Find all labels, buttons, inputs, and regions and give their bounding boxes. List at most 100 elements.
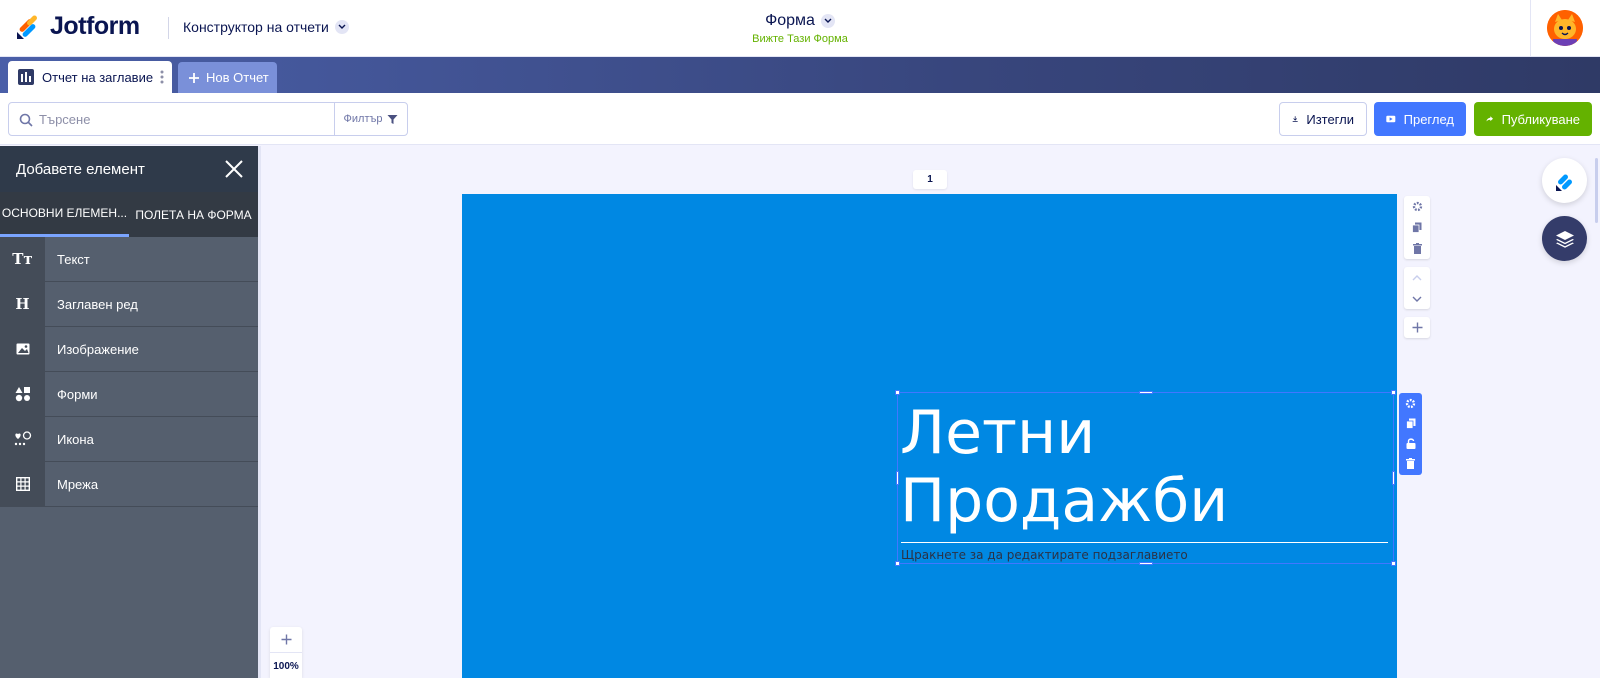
jotform-brand-icon [1555,174,1572,191]
layers-icon [1555,230,1574,248]
plus-icon [189,72,199,83]
text-icon: Tт [0,237,45,281]
play-icon [1386,115,1396,123]
divider [1530,0,1531,57]
duplicate-icon[interactable] [1404,217,1430,238]
panel-scrollbar[interactable] [258,146,261,678]
element-settings-icon[interactable] [1399,393,1422,413]
tab-label: Отчет на заглавие [42,69,154,85]
search-icon [19,113,33,127]
close-icon[interactable] [224,159,244,179]
resize-handle-tr[interactable] [1391,390,1396,395]
chevron-down-icon [334,20,349,34]
add-element-panel: Добавете елемент ОСНОВНИ ЕЛЕМЕН... ПОЛЕТ… [0,146,258,678]
title-element[interactable]: Летни Продажби Щракнете за да редактират… [895,390,1396,566]
builder-switcher[interactable]: Конструктор на отчети [183,19,349,35]
brand-assistant-button[interactable] [1542,158,1587,203]
report-icon [18,69,34,85]
publish-button[interactable]: Публикуване [1474,102,1592,136]
resize-handle-br[interactable] [1391,561,1396,566]
unlock-icon[interactable] [1399,433,1422,453]
more-options-icon[interactable] [160,69,164,85]
element-icon[interactable]: Икона [0,417,258,462]
image-icon [0,327,45,371]
zoom-level: 100% [273,661,299,672]
toolbar: Филтър Изтегли Преглед Публикуване [0,93,1600,145]
view-form-link[interactable]: Вижте Тази Форма [700,33,900,45]
divider [168,17,169,39]
top-bar: Jotform Конструктор на отчети Форма Вижт… [0,0,1600,57]
cat-avatar-icon [1547,10,1583,46]
tab-report-title[interactable]: Отчет на заглавие [8,61,172,93]
title-line-1: Летни [900,398,1096,468]
element-grid[interactable]: Мрежа [0,462,258,507]
export-label: Изтегли [1306,111,1354,127]
element-text[interactable]: Tт Текст [0,237,258,282]
element-label: Изображение [57,341,139,357]
report-tabs: Отчет на заглавие Нов Отчет [0,57,1600,93]
heading-icon: H [0,282,45,326]
element-image[interactable]: Изображение [0,327,258,372]
preview-button[interactable]: Преглед [1374,102,1466,136]
icon-element-icon [0,417,45,461]
element-label: Форми [57,386,98,402]
tab-basic-elements[interactable]: ОСНОВНИ ЕЛЕМЕН... [0,192,129,237]
form-title: Форма [765,12,815,29]
download-icon [1292,116,1298,122]
element-label: Мрежа [57,476,99,492]
brand-name: Jotform [50,12,140,40]
report-subtitle[interactable]: Щракнете за да редактирате подзаглавието [901,548,1188,562]
filter-icon [387,114,398,124]
report-title[interactable]: Летни Продажби [900,399,1228,535]
page-number: 1 [913,170,947,189]
new-report-button[interactable]: Нов Отчет [178,62,277,93]
element-label: Икона [57,431,94,447]
shapes-icon [0,372,45,416]
builder-label: Конструктор на отчети [183,19,329,35]
filter-label: Филтър [343,113,383,125]
jotform-logo[interactable]: Jotform [16,12,140,41]
jotform-logo-icon [17,15,37,39]
resize-handle-left[interactable] [896,471,899,485]
element-duplicate-icon[interactable] [1399,413,1422,433]
layers-button[interactable] [1542,216,1587,261]
resize-handle-right[interactable] [1392,471,1395,485]
canvas-scrollbar[interactable] [1595,158,1598,223]
export-button[interactable]: Изтегли [1279,102,1367,136]
resize-handle-top[interactable] [1139,391,1153,394]
element-toolbar [1399,393,1422,475]
panel-title: Добавете елемент [16,160,145,178]
filter-button[interactable]: Филтър [334,103,407,135]
search-input[interactable] [9,103,334,135]
tab-form-fields[interactable]: ПОЛЕТА НА ФОРМА [129,192,258,237]
slide-toolbar [1404,196,1430,346]
trash-icon[interactable] [1404,238,1430,259]
zoom-in-icon[interactable] [270,627,302,653]
grid-icon [0,462,45,506]
title-line-2: Продажби [900,466,1229,536]
user-avatar[interactable] [1547,10,1583,46]
add-slide-icon[interactable] [1404,317,1430,338]
element-heading[interactable]: H Заглавен ред [0,282,258,327]
new-report-label: Нов Отчет [206,70,269,85]
element-trash-icon[interactable] [1399,453,1422,473]
zoom-control: 100% [270,627,302,678]
resize-handle-tl[interactable] [895,390,900,395]
form-selector[interactable]: Форма Вижте Тази Форма [700,12,900,45]
title-divider [901,542,1388,543]
preview-label: Преглед [1403,111,1454,127]
resize-handle-bottom[interactable] [1139,562,1153,565]
chevron-down-icon [820,14,835,28]
settings-icon[interactable] [1404,196,1430,217]
publish-label: Публикуване [1501,111,1580,127]
chevron-down-icon[interactable] [1404,288,1430,309]
element-label: Заглавен ред [57,296,138,312]
resize-handle-bl[interactable] [895,561,900,566]
panel-header: Добавете елемент [0,146,258,192]
chevron-up-icon[interactable] [1404,267,1430,288]
search-box: Филтър [8,102,408,136]
element-shapes[interactable]: Форми [0,372,258,417]
element-label: Текст [57,251,90,267]
panel-tabs: ОСНОВНИ ЕЛЕМЕН... ПОЛЕТА НА ФОРМА [0,192,258,237]
share-arrow-icon [1486,116,1494,122]
